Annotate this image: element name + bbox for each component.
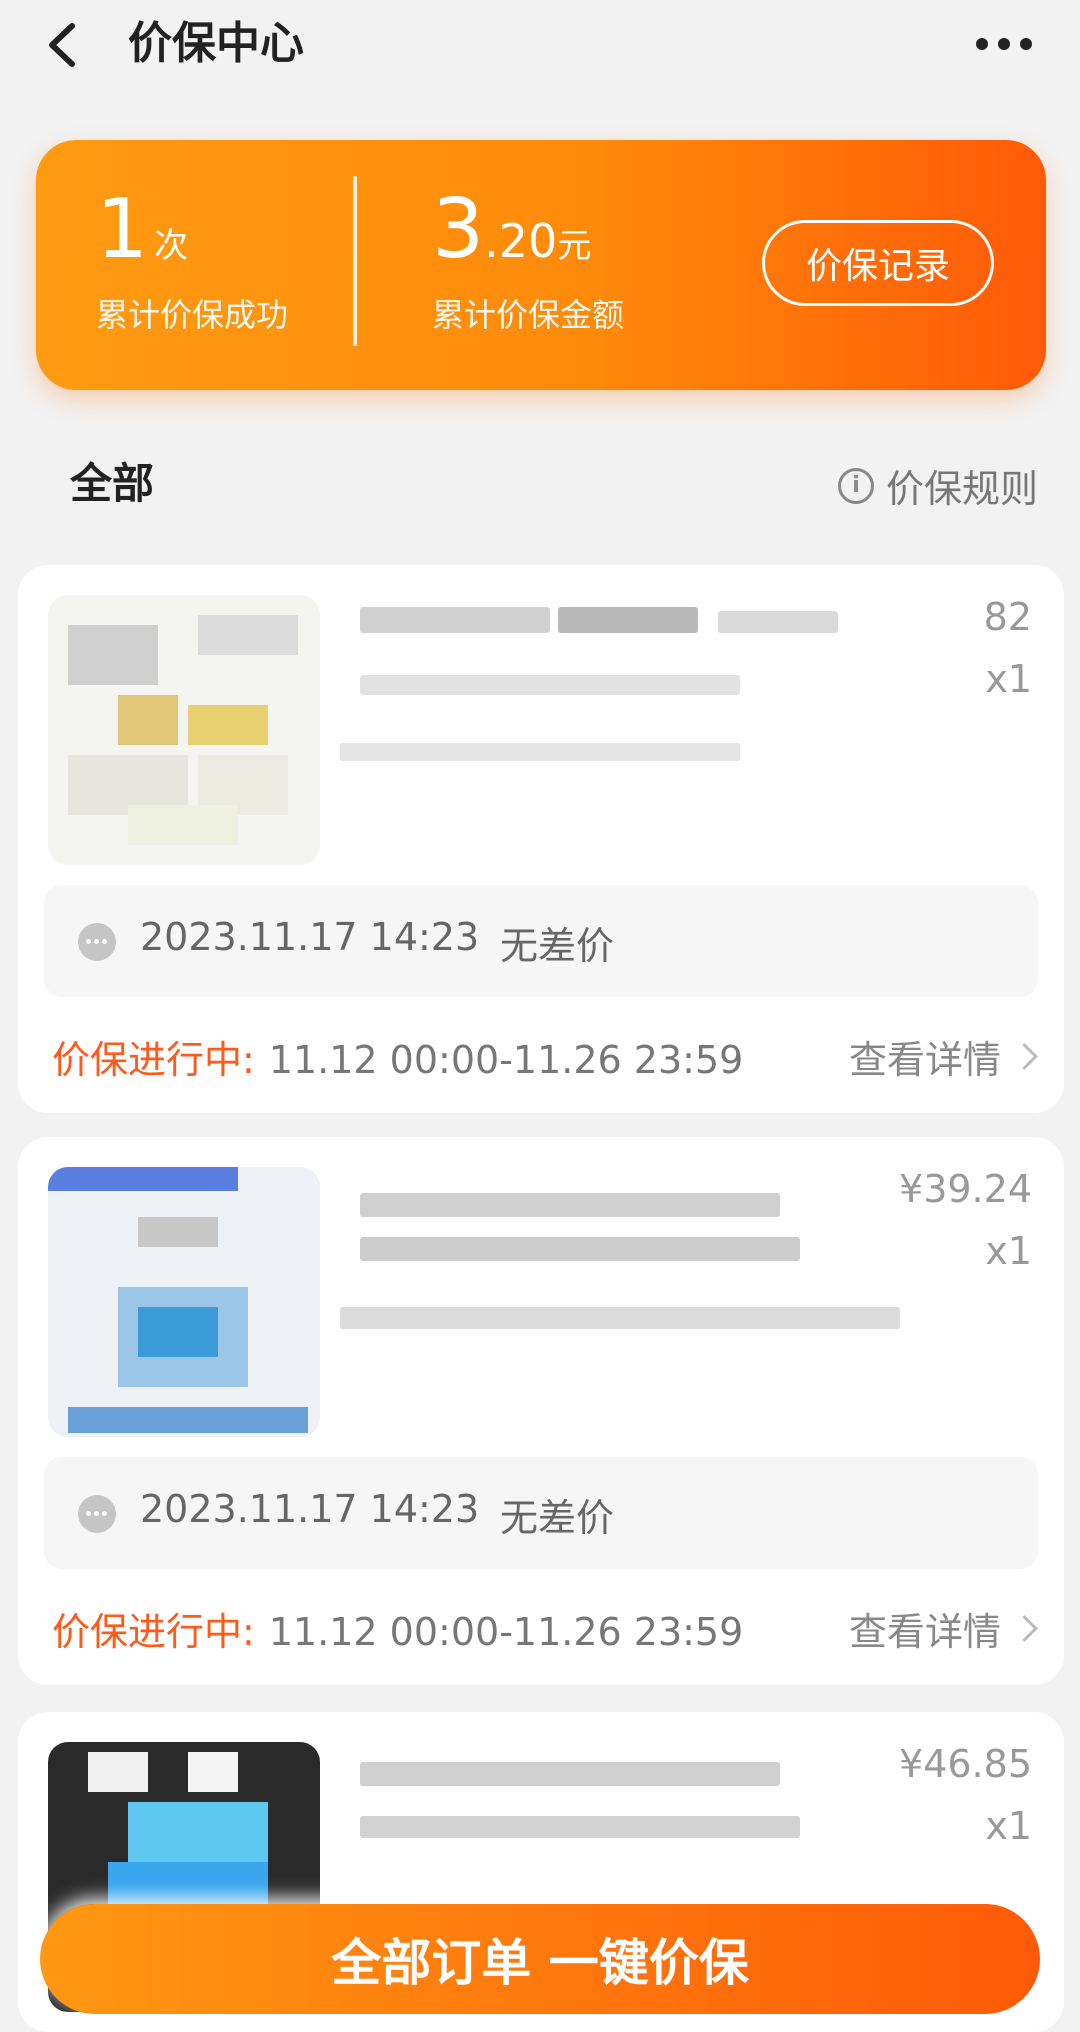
message-icon [78,1495,116,1533]
product-title-line [360,607,550,633]
top-bar: 价保中心 [0,0,1080,90]
price-check-result: 无差价 [500,924,615,968]
item-price: ¥39.24 [899,1167,1032,1211]
price-check-time: 2023.11.17 14:23 [140,1487,480,1531]
status-period: 11.12 00:00-11.26 23:59 [268,1038,744,1082]
product-title-line [718,611,838,633]
chevron-right-icon [1011,1615,1038,1642]
item-quantity: x1 [985,657,1032,701]
product-title-line [360,1816,800,1838]
status-period: 11.12 00:00-11.26 23:59 [268,1610,744,1654]
item-quantity: x1 [985,1804,1032,1848]
protection-status: 价保进行中: 11.12 00:00-11.26 23:59 [52,1029,743,1084]
protection-status: 价保进行中: 11.12 00:00-11.26 23:59 [52,1601,743,1656]
price-check-record: 2023.11.17 14:23 无差价 [44,1457,1038,1569]
refund-amount-unit: 元 [557,226,592,266]
product-thumbnail[interactable] [48,595,320,865]
back-arrow-icon[interactable] [38,18,88,72]
view-details-link[interactable]: 查看详情 [848,1029,1038,1084]
refund-amount-value: 3 [432,182,485,277]
price-protection-summary-card: 1次 累计价保成功 3.20元 累计价保金额 价保记录 [36,140,1046,390]
success-count-unit: 次 [154,226,189,266]
item-price: ¥46.85 [899,1742,1032,1786]
success-count-label: 累计价保成功 [96,296,289,334]
message-icon [78,923,116,961]
summary-divider [353,176,357,346]
price-protection-record-button[interactable]: 价保记录 [762,220,994,306]
view-details-link[interactable]: 查看详情 [848,1601,1038,1656]
product-title-line [360,1237,800,1261]
price-check-result: 无差价 [500,1496,615,1540]
success-count-value: 1 [96,182,149,277]
refund-amount-decimal: .20 [484,214,558,268]
view-details-label: 查看详情 [848,1610,1001,1654]
price-protection-rules-link[interactable]: i 价保规则 [837,458,1038,513]
order-card[interactable]: 82 x1 2023.11.17 14:23 无差价 价保进行中: 11.12 0… [18,565,1064,1113]
status-label: 价保进行中: [52,1610,255,1654]
page-title: 价保中心 [128,18,304,69]
one-click-price-protection-button[interactable]: 全部订单 一键价保 [40,1904,1040,2014]
item-price: 82 [983,595,1032,639]
info-icon: i [837,467,874,504]
refund-amount-label: 累计价保金额 [432,296,625,334]
product-title-line [360,1762,780,1786]
filter-all-tab[interactable]: 全部 [70,450,154,511]
chevron-right-icon [1011,1043,1038,1070]
product-spec-line [340,743,740,761]
product-spec-line [340,1307,900,1329]
product-title-line [360,1193,780,1217]
status-label: 价保进行中: [52,1038,255,1082]
product-title-line [558,607,698,633]
item-quantity: x1 [985,1229,1032,1273]
product-spec-line [360,675,740,695]
price-check-record: 2023.11.17 14:23 无差价 [44,885,1038,997]
product-thumbnail[interactable] [48,1167,320,1437]
price-check-time: 2023.11.17 14:23 [140,915,480,959]
success-count-stat: 1次 累计价保成功 [96,189,289,336]
more-options-icon[interactable] [976,30,1040,58]
order-card[interactable]: ¥39.24 x1 2023.11.17 14:23 无差价 价保进行中: 11.… [18,1137,1064,1685]
rules-label: 价保规则 [885,467,1038,511]
refund-amount-stat: 3.20元 累计价保金额 [432,189,625,336]
view-details-label: 查看详情 [848,1038,1001,1082]
